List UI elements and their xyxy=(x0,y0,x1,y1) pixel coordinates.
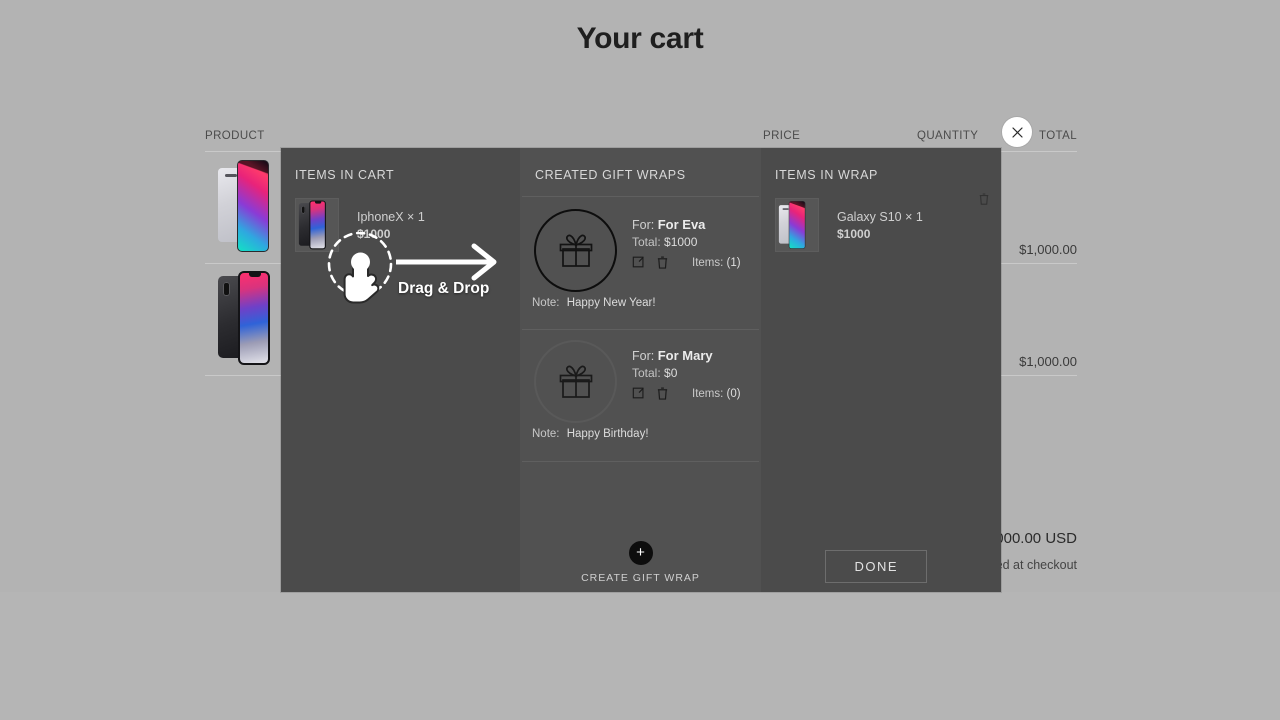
items-value: (0) xyxy=(726,387,741,400)
gift-wrap-card-eva[interactable]: For: For Eva Total: $1000 Items: (1) Not… xyxy=(520,203,761,311)
gift-wrap-total-label: Total: xyxy=(632,235,661,249)
note-label: Note: xyxy=(532,428,560,440)
items-label: Items: xyxy=(692,256,724,269)
list-item[interactable]: Galaxy S10 × 1 $1000 xyxy=(775,198,923,252)
product-thumbnail-galaxy-s10 xyxy=(218,158,270,258)
panel-title-created-gift-wraps: CREATED GIFT WRAPS xyxy=(535,168,686,182)
gift-wrap-for-value: For Mary xyxy=(657,348,713,363)
row-total: $1,000.00 xyxy=(1019,242,1077,257)
gift-wrap-items-count: Items: (0) xyxy=(692,388,741,400)
note-value: Happy Birthday! xyxy=(566,428,649,440)
column-header-product: PRODUCT xyxy=(205,130,265,142)
gift-wrap-total-value: $1000 xyxy=(664,235,698,249)
galaxy-s10-thumbnail xyxy=(775,198,819,252)
plus-icon[interactable]: + xyxy=(628,541,653,565)
gift-wrap-for-label: For: xyxy=(632,349,655,363)
product-thumbnail-iphone-x xyxy=(218,270,270,370)
wrap-item-name: Galaxy S10 × 1 xyxy=(837,210,923,224)
gift-wrap-total: Total: $1000 xyxy=(632,235,705,249)
gift-wrap-note: Note: Happy New Year! xyxy=(532,297,656,309)
gift-wrap-for: For: For Mary xyxy=(632,348,713,363)
panel-created-gift-wraps: CREATED GIFT WRAPS For: For Eva Total: $… xyxy=(520,148,761,592)
gift-wrap-total-label: Total: xyxy=(632,366,661,380)
items-value: (1) xyxy=(726,256,741,269)
cart-item-name: IphoneX × 1 xyxy=(357,210,425,224)
gift-wrap-for-value: For Eva xyxy=(657,217,706,232)
gift-wrap-total: Total: $0 xyxy=(632,366,713,380)
drag-and-drop-label: Drag & Drop xyxy=(398,280,490,297)
trash-icon[interactable] xyxy=(656,255,670,270)
drag-and-drop-annotation: Drag & Drop xyxy=(322,231,512,332)
gift-wrap-total-value: $0 xyxy=(664,366,678,380)
create-gift-wrap-label: CREATE GIFT WRAP xyxy=(581,572,700,584)
gift-wrap-modal: ITEMS IN CART IphoneX × 1 $1000 CREATED … xyxy=(281,148,1001,592)
page-footer-band xyxy=(0,592,1280,720)
panel-items-in-cart: ITEMS IN CART IphoneX × 1 $1000 xyxy=(281,148,520,592)
create-gift-wrap-button[interactable]: + CREATE GIFT WRAP xyxy=(520,541,761,584)
panel-items-in-wrap: ITEMS IN WRAP Galaxy S10 × 1 $1000 DONE xyxy=(761,148,1001,592)
trash-icon[interactable] xyxy=(656,386,670,401)
trash-icon[interactable] xyxy=(978,192,990,211)
gift-box-icon xyxy=(534,340,617,423)
wrap-item-price: $1000 xyxy=(837,227,871,241)
gift-wrap-card-mary[interactable]: For: For Mary Total: $0 Items: (0) Note:… xyxy=(520,334,761,442)
panel-title-items-in-wrap: ITEMS IN WRAP xyxy=(775,168,878,182)
note-label: Note: xyxy=(532,297,560,309)
panel-title-items-in-cart: ITEMS IN CART xyxy=(295,168,395,182)
items-label: Items: xyxy=(692,387,724,400)
page-title: Your cart xyxy=(576,22,704,55)
close-icon xyxy=(1011,126,1023,138)
column-header-price: PRICE xyxy=(763,130,801,142)
done-button[interactable]: DONE xyxy=(825,550,927,583)
gift-wrap-note: Note: Happy Birthday! xyxy=(532,428,649,440)
gift-wrap-for: For: For Eva xyxy=(632,217,705,232)
note-value: Happy New Year! xyxy=(566,297,656,309)
row-total: $1,000.00 xyxy=(1019,354,1077,369)
column-header-total: TOTAL xyxy=(1039,130,1077,142)
column-header-quantity: QUANTITY xyxy=(917,130,979,142)
gift-wrap-items-count: Items: (1) xyxy=(692,257,741,269)
gift-wrap-for-label: For: xyxy=(632,218,655,232)
edit-icon[interactable] xyxy=(632,386,646,401)
gift-box-icon xyxy=(534,209,617,292)
close-button[interactable] xyxy=(1002,117,1032,147)
edit-icon[interactable] xyxy=(632,255,646,270)
